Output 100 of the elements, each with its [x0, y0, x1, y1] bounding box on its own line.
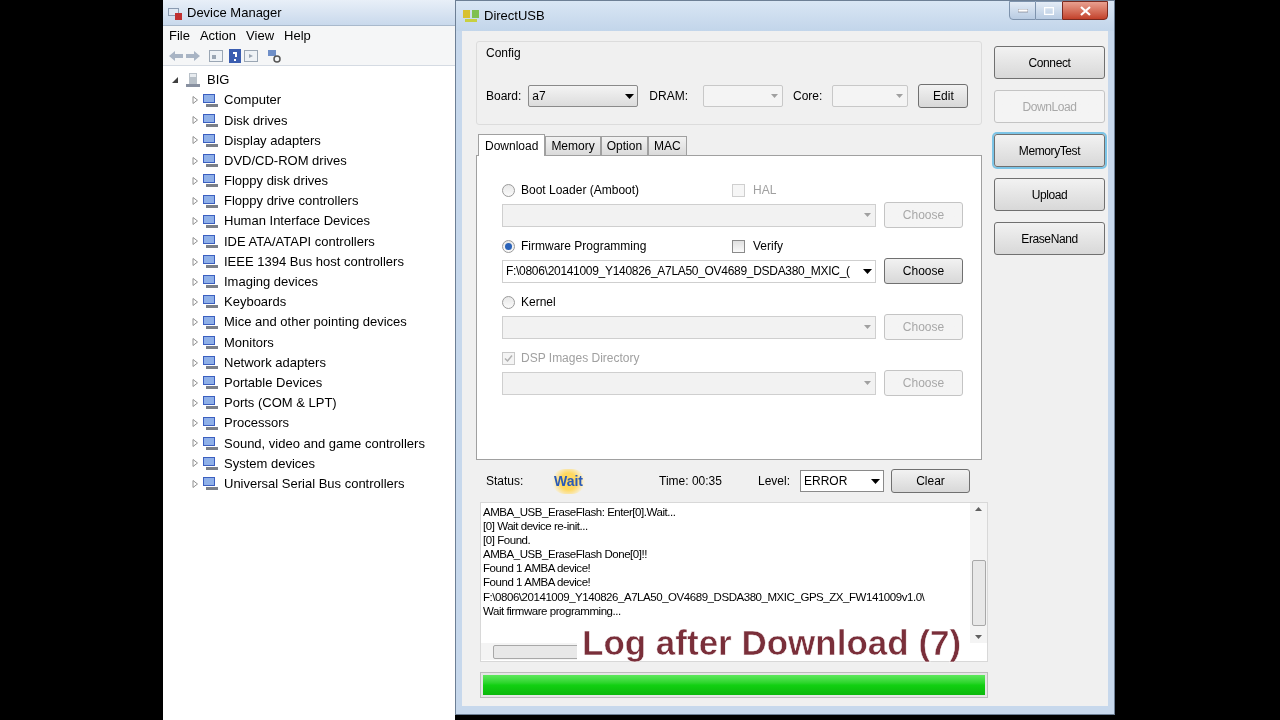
option-label: Kernel [521, 294, 556, 311]
log-line: [0] Wait device re-init... [483, 519, 589, 534]
tab[interactable]: MAC [648, 136, 687, 155]
button[interactable]: EraseNand [994, 222, 1105, 255]
horizontal-scrollbar[interactable] [481, 643, 577, 660]
caret-icon [863, 212, 872, 218]
caret-icon [863, 324, 872, 330]
button[interactable]: Upload [994, 178, 1105, 211]
tree-item[interactable]: Keyboards [224, 292, 287, 312]
tree-item[interactable]: Human Interface Devices [224, 211, 370, 231]
caret-icon [625, 93, 635, 99]
radio-button[interactable] [502, 295, 515, 309]
device-icon [202, 233, 219, 249]
checkbox-label: Verify [753, 238, 783, 255]
device-icon [202, 375, 219, 391]
scroll-up-icon[interactable] [975, 507, 982, 511]
device-icon [202, 274, 219, 290]
tab[interactable]: Memory [545, 136, 601, 155]
log-line: Wait firmware programming... [483, 603, 622, 618]
scan-icon [267, 48, 281, 63]
menu-item[interactable]: View [242, 26, 279, 46]
menu-item[interactable]: File [165, 26, 194, 46]
tree-item[interactable]: IDE ATA/ATAPI controllers [224, 231, 375, 252]
caret-icon [770, 93, 780, 99]
button[interactable]: Connect [994, 46, 1105, 79]
device-icon [202, 254, 219, 270]
device-icon [202, 213, 219, 229]
device-icon [202, 193, 219, 209]
device-icon [202, 476, 219, 492]
view-icon [244, 49, 258, 62]
device-icon [202, 294, 219, 310]
tree-item[interactable]: Monitors [224, 332, 274, 353]
properties-icon [209, 49, 223, 62]
minimize-icon [1017, 8, 1028, 13]
level-label: Level: [757, 473, 790, 490]
tree-item[interactable]: Portable Devices [224, 372, 323, 393]
window-title: DirectUSB [484, 7, 545, 26]
log-line: AMBA_USB_EraseFlash: Enter[0].Wait... [483, 505, 677, 520]
status-label: Status: [486, 473, 525, 490]
device-icon [202, 112, 219, 128]
choose-button[interactable]: Choose [884, 258, 963, 284]
maximize-icon [1044, 6, 1054, 15]
tree-item[interactable]: Floppy disk drives [224, 171, 329, 191]
group-title: Config [486, 45, 521, 62]
app-icon [462, 8, 480, 24]
device-icon [202, 92, 219, 108]
back-icon [169, 50, 183, 61]
radio-button[interactable] [502, 183, 515, 197]
device-icon [202, 455, 219, 471]
field-label: Core: [793, 88, 823, 105]
clear-button[interactable]: Clear [891, 469, 970, 493]
window-title: Device Manager [187, 3, 282, 22]
tree-item[interactable]: Disk drives [224, 110, 288, 131]
forward-icon [186, 50, 200, 61]
scroll-down-icon[interactable] [975, 635, 982, 639]
field-label: Board: [486, 88, 522, 105]
edit-button[interactable]: Edit [918, 84, 969, 108]
tree-item[interactable]: IEEE 1394 Bus host controllers [224, 251, 404, 272]
device-icon [202, 415, 219, 431]
tree-item[interactable]: System devices [224, 453, 316, 474]
device-icon [202, 314, 219, 330]
tree-item[interactable]: Computer [224, 90, 282, 110]
device-icon [202, 395, 219, 411]
tree-item[interactable]: Floppy drive controllers [224, 191, 359, 211]
caret-icon [895, 93, 905, 99]
tree-item[interactable]: Imaging devices [224, 272, 318, 292]
button[interactable]: MemoryTest [994, 134, 1105, 167]
caret-icon [863, 268, 872, 274]
log-line: Found 1 AMBA device! [483, 575, 592, 590]
log-line: Found 1 AMBA device! [483, 561, 592, 576]
board-dropdown[interactable]: a7 [528, 85, 639, 107]
level-dropdown[interactable]: ERROR [800, 470, 884, 492]
device-icon [202, 153, 219, 169]
maximize-button[interactable] [1036, 1, 1062, 20]
device-icon [202, 355, 219, 371]
menu-item[interactable]: Action [195, 26, 241, 46]
tree-item[interactable]: Ports (COM & LPT) [224, 393, 337, 413]
tree-item[interactable]: Mice and other pointing devices [224, 312, 407, 332]
menu-item[interactable]: Help [280, 26, 315, 46]
tree-item[interactable]: Network adapters [224, 352, 326, 373]
tree-item[interactable]: Sound, video and game controllers [224, 433, 425, 454]
log-line: AMBA_USB_EraseFlash Done[0]!! [483, 547, 648, 562]
device-icon [202, 334, 219, 350]
tree-item[interactable]: Universal Serial Bus controllers [224, 473, 405, 494]
tree-item[interactable]: BIG [207, 70, 230, 90]
close-icon [1079, 5, 1091, 16]
tree-item[interactable]: DVD/CD-ROM drives [224, 150, 347, 171]
computer-icon [185, 72, 201, 88]
tree-item[interactable]: Processors [224, 413, 290, 433]
option-label: Boot Loader (Amboot) [521, 182, 640, 199]
tab[interactable]: Download [478, 134, 546, 156]
minimize-button[interactable] [1009, 1, 1036, 20]
close-button[interactable] [1062, 1, 1108, 20]
checkbox[interactable] [732, 239, 745, 253]
option-label: Firmware Programming [521, 238, 647, 255]
vertical-scrollbar[interactable] [970, 503, 987, 643]
tab[interactable]: Option [600, 136, 649, 155]
tree-item[interactable]: Display adapters [224, 130, 321, 151]
path-dropdown[interactable]: F:\0806\20141009_Y140826_A7LA50_OV4689_DSDA380_MXIC_( [502, 259, 876, 283]
radio-button[interactable] [502, 239, 515, 253]
